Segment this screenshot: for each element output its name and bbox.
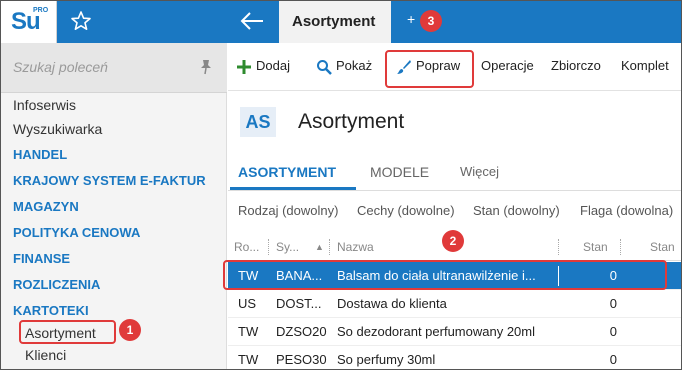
cell-stock: 0 bbox=[609, 296, 617, 311]
filter-state[interactable]: Stan (dowolny) bbox=[473, 203, 560, 218]
filter-flag[interactable]: Flaga (dowolna) bbox=[580, 203, 673, 218]
column-header-name[interactable]: Nazwa bbox=[337, 240, 374, 254]
filter-type[interactable]: Rodzaj (dowolny) bbox=[238, 203, 338, 218]
bulk-button[interactable]: Zbiorczo bbox=[551, 58, 601, 73]
new-tab-button[interactable]: + bbox=[407, 11, 415, 27]
sort-ascending-icon: ▲ bbox=[315, 242, 324, 252]
sidebar-item-polityka-cenowa[interactable]: POLITYKA CENOWA bbox=[13, 225, 140, 240]
cell-name: So perfumy 30ml bbox=[337, 352, 436, 367]
sidebar-item-magazyn[interactable]: MAGAZYN bbox=[13, 199, 79, 214]
cell-symbol: DOST... bbox=[276, 296, 322, 311]
column-separator[interactable] bbox=[329, 239, 330, 255]
operations-button[interactable]: Operacje bbox=[481, 58, 534, 73]
magnifier-icon bbox=[317, 59, 332, 75]
cell-type: TW bbox=[238, 352, 259, 367]
sidebar-item-wyszukiwarka[interactable]: Wyszukiwarka bbox=[13, 121, 102, 137]
set-button[interactable]: Komplet bbox=[621, 58, 669, 73]
annotation-highlight-row bbox=[223, 260, 667, 290]
search-placeholder: Szukaj poleceń bbox=[13, 59, 108, 75]
top-bar: Su PRO Asortyment + bbox=[1, 1, 681, 43]
page-header: AS Asortyment bbox=[228, 91, 681, 151]
table-row[interactable]: TW DZSO20 So dezodorant perfumowany 20ml… bbox=[228, 318, 681, 346]
table-row[interactable]: US DOST... Dostawa do klienta 0 bbox=[228, 290, 681, 318]
sidebar-item-rozliczenia[interactable]: ROZLICZENIA bbox=[13, 277, 100, 292]
sidebar-item-handel[interactable]: HANDEL bbox=[13, 147, 67, 162]
column-header-type[interactable]: Ro... bbox=[234, 240, 259, 254]
sidebar-item-infoserwis[interactable]: Infoserwis bbox=[13, 97, 76, 113]
tab-modele[interactable]: MODELE bbox=[370, 164, 429, 180]
plus-icon bbox=[237, 59, 251, 74]
sidebar-item-finanse[interactable]: FINANSE bbox=[13, 251, 70, 266]
tab-asortyment[interactable]: Asortyment bbox=[279, 1, 391, 43]
sidebar-item-ksef[interactable]: KRAJOWY SYSTEM E-FAKTUR bbox=[13, 173, 206, 188]
sidebar-item-klienci[interactable]: Klienci bbox=[25, 347, 66, 363]
show-button[interactable]: Pokaż bbox=[316, 58, 372, 75]
filter-bar: Rodzaj (dowolny) Cechy (dowolne) Stan (d… bbox=[228, 197, 681, 227]
cell-stock: 0 bbox=[609, 324, 617, 339]
annotation-highlight-edit bbox=[385, 50, 474, 88]
app-window: Su PRO Asortyment + Szukaj poleceń Infos… bbox=[0, 0, 682, 370]
favorite-star-icon[interactable] bbox=[69, 9, 93, 33]
subtabs: ASORTYMENT MODELE Więcej bbox=[228, 153, 681, 191]
back-arrow-icon[interactable] bbox=[239, 10, 265, 32]
cell-name: So dezodorant perfumowany 20ml bbox=[337, 324, 536, 339]
column-header-stock-2[interactable]: Stan bbox=[650, 240, 675, 254]
cell-name: Dostawa do klienta bbox=[337, 296, 447, 311]
page-title: Asortyment bbox=[298, 110, 405, 133]
annotation-highlight-asortyment bbox=[19, 320, 116, 344]
active-tab-underline bbox=[230, 187, 356, 190]
cell-stock: 0 bbox=[609, 352, 617, 367]
sidebar-item-kartoteki[interactable]: KARTOTEKI bbox=[13, 303, 89, 318]
app-logo[interactable]: Su PRO bbox=[1, 1, 57, 43]
table-row[interactable]: TW PESO30 So perfumy 30ml 0 bbox=[228, 346, 681, 369]
annotation-badge-3: 3 bbox=[420, 10, 442, 32]
show-label: Pokaż bbox=[336, 58, 373, 73]
cell-symbol: DZSO20 bbox=[276, 324, 327, 339]
module-code-badge: AS bbox=[240, 107, 276, 137]
annotation-badge-1: 1 bbox=[119, 319, 141, 341]
filter-features[interactable]: Cechy (dowolne) bbox=[357, 203, 455, 218]
column-header-symbol[interactable]: Sy... bbox=[276, 240, 299, 254]
add-label: Dodaj bbox=[256, 58, 290, 73]
column-separator[interactable] bbox=[620, 239, 621, 255]
column-separator[interactable] bbox=[558, 239, 559, 255]
column-separator[interactable] bbox=[268, 239, 269, 255]
logo-superscript: PRO bbox=[33, 7, 49, 14]
cell-symbol: PESO30 bbox=[276, 352, 327, 367]
pin-icon[interactable] bbox=[199, 59, 213, 75]
column-header-stock[interactable]: Stan bbox=[583, 240, 608, 254]
cell-type: TW bbox=[238, 324, 259, 339]
command-search[interactable]: Szukaj poleceń bbox=[1, 43, 227, 93]
add-button[interactable]: Dodaj bbox=[236, 58, 290, 75]
cell-type: US bbox=[238, 296, 257, 311]
tab-more[interactable]: Więcej bbox=[460, 164, 499, 179]
tab-asortyment-list[interactable]: ASORTYMENT bbox=[238, 164, 336, 180]
annotation-badge-2: 2 bbox=[442, 230, 464, 252]
items-grid: Ro... Sy... ▲ Nazwa Stan Stan TW BANA...… bbox=[228, 233, 681, 369]
